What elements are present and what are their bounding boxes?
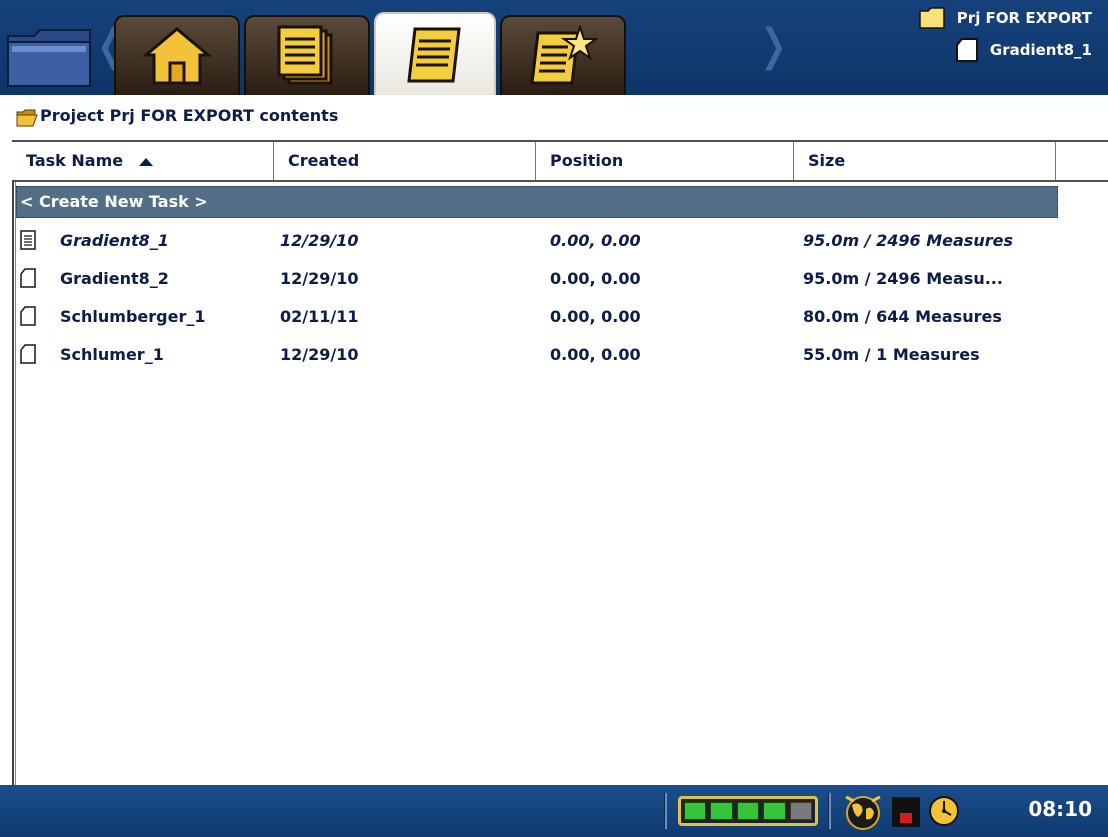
battery-cell	[710, 802, 733, 820]
tab-favorites[interactable]	[500, 15, 626, 95]
folder-icon[interactable]	[6, 28, 92, 88]
clock-icon	[929, 796, 959, 826]
table-header: Task Name Created Position Size	[12, 140, 1108, 182]
current-task-name: Gradient8_1	[989, 41, 1092, 59]
open-folder-icon	[16, 109, 38, 127]
task-position: 0.00, 0.00	[550, 231, 641, 250]
column-header-position[interactable]: Position	[536, 142, 794, 180]
task-name: Schlumberger_1	[60, 307, 206, 326]
column-header-size[interactable]: Size	[794, 142, 1056, 180]
task-name: Gradient8_2	[60, 269, 169, 288]
task-position: 0.00, 0.00	[550, 345, 641, 364]
clock-time: 08:10	[1028, 797, 1092, 821]
task-name: Gradient8_1	[60, 231, 169, 250]
stacked-documents-icon	[277, 25, 333, 85]
battery-indicator	[678, 796, 818, 826]
task-size: 55.0m / 1 Measures	[803, 345, 980, 364]
column-header-task-name[interactable]: Task Name	[12, 142, 274, 180]
document-icon	[955, 38, 978, 62]
separator	[828, 793, 831, 829]
separator	[664, 793, 667, 829]
task-size: 80.0m / 644 Measures	[803, 307, 1002, 326]
task-name: Schlumer_1	[60, 345, 164, 364]
tab-home[interactable]	[114, 15, 240, 95]
home-icon	[142, 27, 212, 85]
task-position: 0.00, 0.00	[550, 307, 641, 326]
status-bar: 08:10	[0, 785, 1108, 837]
task-created: 12/29/10	[280, 231, 359, 250]
tab-scroll-right-icon[interactable]: ❭	[755, 20, 792, 71]
tab-tasks-list[interactable]	[244, 15, 370, 95]
task-created: 12/29/10	[280, 345, 359, 364]
battery-cell	[789, 802, 813, 820]
table-row[interactable]: Schlumberger_1 02/11/11 0.00, 0.00 80.0m…	[16, 298, 1076, 336]
current-project-name: Prj FOR EXPORT	[956, 9, 1092, 27]
battery-cell	[736, 802, 760, 820]
table-row[interactable]: Gradient8_1 12/29/10 0.00, 0.00 95.0m / …	[16, 222, 1076, 260]
document-icon	[407, 27, 461, 82]
document-lines-icon	[20, 230, 36, 250]
sort-ascending-icon	[138, 157, 153, 166]
task-created: 12/29/10	[280, 269, 359, 288]
create-new-task-row[interactable]: < Create New Task >	[16, 186, 1058, 218]
document-icon	[20, 268, 36, 288]
record-indicator-icon	[892, 797, 920, 827]
table-row[interactable]: Schlumer_1 12/29/10 0.00, 0.00 55.0m / 1…	[16, 336, 1076, 374]
battery-cell	[684, 802, 707, 820]
current-context: Prj FOR EXPORT Gradient8_1	[919, 2, 1092, 66]
document-star-icon	[530, 25, 598, 85]
task-created: 02/11/11	[280, 307, 359, 326]
document-icon	[20, 344, 36, 364]
folder-icon	[919, 7, 945, 29]
document-icon	[20, 306, 36, 326]
content-header: Project Prj FOR EXPORT contents	[0, 95, 1108, 140]
column-header-created[interactable]: Created	[274, 142, 536, 180]
tab-task[interactable]	[374, 12, 496, 95]
page-title: Project Prj FOR EXPORT contents	[40, 106, 339, 125]
task-size: 95.0m / 2496 Measu...	[803, 269, 1003, 288]
battery-cell	[763, 802, 786, 820]
task-size: 95.0m / 2496 Measures	[803, 231, 1013, 250]
top-bar: ❬ ❭ Prj FOR EXPORT Gradient8_1	[0, 0, 1108, 95]
gps-globe-icon[interactable]	[842, 791, 884, 831]
task-position: 0.00, 0.00	[550, 269, 641, 288]
table-row[interactable]: Gradient8_2 12/29/10 0.00, 0.00 95.0m / …	[16, 260, 1076, 298]
